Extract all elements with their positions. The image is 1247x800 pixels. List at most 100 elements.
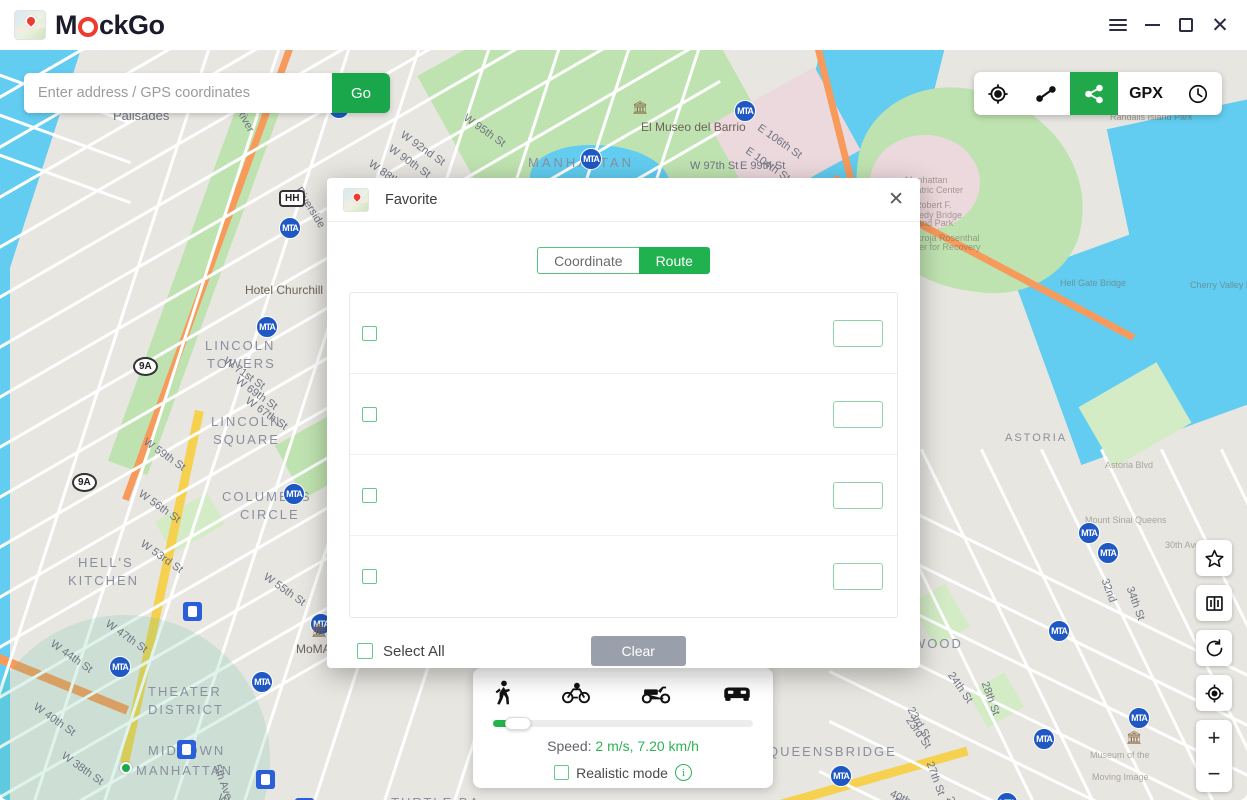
map-shield: 9A [72,473,97,492]
route-checkbox[interactable] [362,325,377,341]
car-mode-icon[interactable] [721,683,753,708]
hamburger-icon[interactable] [1101,8,1135,42]
subway-station-icon: MTA [1128,707,1150,729]
route-view-button[interactable] [833,563,883,590]
museum-icon: 🏛 [311,623,328,638]
dialog-close-button[interactable]: ✕ [888,190,904,209]
target-icon[interactable] [974,72,1022,115]
window-buttons: ✕ [1101,8,1247,42]
route-row[interactable] [350,293,897,374]
clear-button[interactable]: Clear [590,636,686,666]
subway-station-icon: MTA [830,765,852,787]
info-icon[interactable]: i [674,764,692,781]
map-area-label: SQUARE [213,432,280,447]
map-poi-label: Moving Image [1092,772,1149,782]
map-area-label: HELL'S [78,555,134,570]
map-right-controls: + − [1196,540,1232,792]
subway-station-icon: MTA [580,148,602,170]
dialog-tabs: Coordinate Route [327,247,920,274]
app-logo-icon [14,10,46,40]
route-checkbox[interactable] [362,569,377,584]
map-poi-label: Hell Gate Bridge [1060,278,1127,288]
route-list [349,292,898,618]
go-button[interactable]: Go [332,73,390,113]
route-view-button[interactable] [833,319,883,347]
realistic-mode-checkbox[interactable] [554,765,570,780]
layers-book-icon[interactable] [1196,585,1232,621]
zoom-out-button[interactable]: − [1196,756,1232,792]
select-all-checkbox[interactable] [357,643,373,659]
map-top-toolbar: GPX [974,72,1222,115]
speed-slider-knob[interactable] [505,717,531,730]
subway-station-icon: MTA [109,656,131,678]
reset-rotate-icon[interactable] [1196,630,1232,666]
realistic-mode-row: Realistic mode i [493,764,753,781]
map-poi-label: MoMA [296,642,331,656]
route-row[interactable] [350,374,897,455]
scooter-mode-icon[interactable] [639,682,673,709]
logo-pin-o-icon [78,17,98,37]
user-location-dot [120,762,132,774]
map-poi-label: Robert F. [915,200,952,210]
search-bar: Go [24,73,390,113]
route-line-icon[interactable] [1022,72,1070,115]
route-checkbox[interactable] [362,406,377,422]
realistic-mode-label: Realistic mode [576,764,668,781]
museum-icon: 🏛 [1126,730,1143,745]
route-checkbox[interactable] [362,487,377,503]
map-shield: 9A [133,357,158,376]
map-area-label: KITCHEN [68,573,140,588]
museum-icon: 🏛 [632,100,649,115]
subway-station-icon: MTA [1048,620,1070,642]
map-poi-label: Mount Sinai Queens [1085,515,1167,525]
favorite-star-icon[interactable] [1196,540,1232,576]
tab-route[interactable]: Route [638,247,710,274]
subway-station-icon: MTA [283,483,305,505]
dialog-logo-icon [343,187,369,212]
rail-station-icon [183,602,202,621]
tab-coordinate[interactable]: Coordinate [537,247,639,274]
speed-value: 2 m/s, 7.20 km/h [595,738,699,754]
rail-station-icon [256,770,275,789]
map-area-label: DISTRICT [148,702,224,717]
route-view-button[interactable] [833,400,883,428]
app-name: M ckGo [55,10,165,41]
zoom-controls: + − [1196,720,1232,792]
route-view-button[interactable] [833,481,883,509]
subway-station-icon: MTA [1078,522,1100,544]
history-clock-icon[interactable] [1174,72,1222,115]
walk-mode-icon[interactable] [493,680,513,711]
rail-station-icon [177,740,196,759]
map-area-label: THEATER [148,684,222,699]
select-all-control[interactable]: Select All [357,643,445,660]
map-poi-label: Astoria Blvd [1105,460,1154,470]
search-input[interactable] [24,73,332,113]
map-area-label: TURTLE BA [391,795,480,800]
map-poi-label: Cherry Valley Park [1190,280,1247,290]
map-area-label: WOOD [913,636,963,651]
title-bar: M ckGo ✕ [0,0,1247,50]
route-row[interactable] [350,536,897,617]
route-row[interactable] [350,455,897,536]
zoom-in-button[interactable]: + [1196,720,1232,756]
select-all-label: Select All [383,642,445,660]
map-street-label: W 97th St [690,160,739,172]
map-area-label: QUEENSBRIDGE [768,744,897,759]
gpx-button[interactable]: GPX [1118,72,1174,115]
app-name-prefix: M [55,9,78,40]
app-name-suffix: ckGo [99,9,165,40]
speed-slider[interactable] [493,717,753,730]
map-shield: HH [279,190,306,207]
map-area-label: ASTORIA [1005,432,1068,444]
minimize-icon[interactable] [1135,8,1169,42]
bicycle-mode-icon[interactable] [561,682,591,709]
close-icon[interactable]: ✕ [1203,8,1237,42]
speed-readout: Speed: 2 m/s, 7.20 km/h [493,738,753,754]
dialog-title: Favorite [385,191,438,208]
locate-me-icon[interactable] [1196,675,1232,711]
subway-station-icon: MTA [1033,728,1055,750]
mockgo-window: MANHATTANUPPERWEST SIDELINCOLNTOWERSLINC… [0,0,1247,800]
travel-mode-row [493,678,753,712]
maximize-icon[interactable] [1169,8,1203,42]
share-icon[interactable] [1070,72,1118,115]
